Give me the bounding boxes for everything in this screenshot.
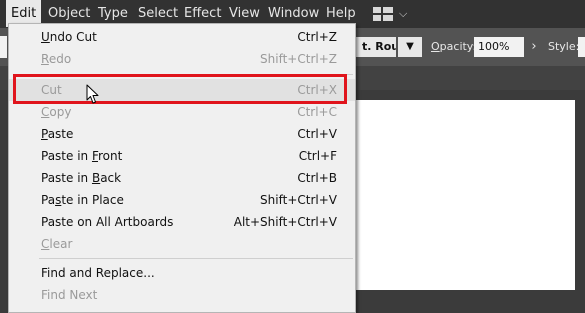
menu-item-label: ront bbox=[98, 149, 123, 163]
menu-item-label: Find and Replace... bbox=[41, 266, 155, 280]
menu-item-paste-in-back[interactable]: Paste in Back Ctrl+B bbox=[9, 167, 355, 189]
menu-item-label: Pa bbox=[41, 193, 56, 207]
chevron-right-icon[interactable]: › bbox=[527, 37, 541, 57]
opacity-label-accel: O bbox=[431, 40, 440, 53]
accel-key: R bbox=[41, 52, 49, 66]
menu-item-paste-in-front[interactable]: Paste in Front Ctrl+F bbox=[9, 145, 355, 167]
shortcut-label: Shift+Ctrl+V bbox=[260, 193, 337, 207]
menu-separator bbox=[39, 258, 353, 259]
edit-menu-dropdown: Undo Cut Ctrl+Z Redo Shift+Ctrl+Z Cut Ct… bbox=[8, 23, 356, 313]
mouse-cursor-icon bbox=[86, 84, 99, 104]
brush-dropdown-arrow[interactable]: ▼ bbox=[398, 37, 422, 57]
shortcut-label: Alt+Shift+Ctrl+V bbox=[233, 215, 337, 229]
chevron-down-icon[interactable]: ⌵ bbox=[399, 5, 407, 23]
menu-item-label: aste bbox=[47, 127, 74, 141]
opacity-label[interactable]: Opacity: bbox=[431, 40, 476, 53]
shortcut-label: Ctrl+B bbox=[297, 171, 337, 185]
menu-item-label: Paste on All Artboards bbox=[41, 215, 174, 229]
menu-item-label: edo bbox=[48, 52, 72, 66]
control-bar-field-edge bbox=[0, 36, 7, 58]
brush-dropdown[interactable]: t. Round bbox=[356, 37, 396, 57]
artboard[interactable] bbox=[352, 100, 575, 290]
accel-key: B bbox=[91, 171, 101, 185]
menu-item-label: Paste in bbox=[41, 171, 92, 185]
shortcut-label: Ctrl+F bbox=[298, 149, 337, 163]
menu-item-paste-on-all-artboards[interactable]: Paste on All Artboards Alt+Shift+Ctrl+V bbox=[9, 211, 355, 233]
workspace-layout-icon[interactable] bbox=[372, 6, 394, 22]
menu-item-find-and-replace[interactable]: Find and Replace... bbox=[9, 262, 355, 284]
style-label: Style: bbox=[548, 40, 580, 53]
menu-item-label: opy bbox=[49, 105, 72, 119]
shortcut-label: Ctrl+C bbox=[297, 105, 337, 119]
menu-item-clear[interactable]: Clear bbox=[9, 233, 355, 255]
highlight-annotation-box bbox=[13, 74, 347, 104]
accel-key: U bbox=[41, 30, 50, 44]
menu-item-copy[interactable]: Copy Ctrl+C bbox=[9, 101, 355, 123]
menu-item-find-next[interactable]: Find Next bbox=[9, 284, 355, 306]
menu-item-label: ndo Cut bbox=[49, 30, 97, 44]
menu-item-label: Find Next bbox=[41, 288, 98, 302]
shortcut-label: Ctrl+Z bbox=[297, 30, 337, 44]
menu-item-label: ack bbox=[100, 171, 122, 185]
menu-item-label: Paste in bbox=[41, 149, 92, 163]
opacity-input[interactable]: 100% bbox=[474, 37, 524, 57]
menu-item-label: lear bbox=[49, 237, 73, 251]
opacity-label-text: pacity: bbox=[439, 40, 477, 53]
menu-item-label: te in Place bbox=[61, 193, 124, 207]
shortcut-label: Ctrl+V bbox=[297, 127, 337, 141]
menu-item-paste-in-place[interactable]: Paste in Place Shift+Ctrl+V bbox=[9, 189, 355, 211]
menu-item-redo[interactable]: Redo Shift+Ctrl+Z bbox=[9, 48, 355, 70]
menu-item-undo-cut[interactable]: Undo Cut Ctrl+Z bbox=[9, 26, 355, 48]
style-swatch[interactable] bbox=[578, 37, 585, 57]
menu-item-paste[interactable]: Paste Ctrl+V bbox=[9, 123, 355, 145]
accel-key: P bbox=[41, 127, 48, 141]
shortcut-label: Shift+Ctrl+Z bbox=[260, 52, 337, 66]
